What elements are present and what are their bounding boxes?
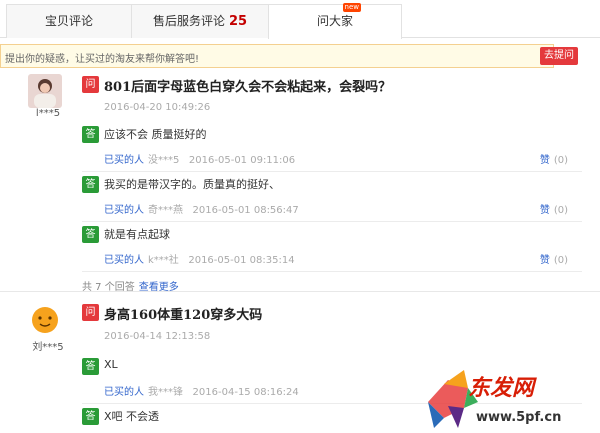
tab-after-sale-reviews[interactable]: 售后服务评论 25: [131, 4, 269, 38]
answer-row: 答 我买的是带汉字的。质量真的挺好、 已买的人 奇***燕 2016-05-01 …: [82, 174, 582, 222]
tab-bar: 宝贝评论 售后服务评论 25 问大家 new: [0, 0, 600, 39]
watermark-url: www.5pf.cn: [476, 410, 562, 425]
buyer-label: 已买的人: [104, 205, 144, 216]
tab-product-reviews[interactable]: 宝贝评论: [6, 4, 132, 38]
question-tag: 问: [82, 304, 99, 321]
username: 刘***5: [32, 342, 64, 353]
avatar[interactable]: [28, 74, 62, 108]
answer-tag: 答: [82, 126, 99, 143]
question-text[interactable]: 身高160体重120穿多大码: [104, 304, 262, 323]
answer-meta: 已买的人 奇***燕 2016-05-01 08:56:47: [104, 201, 299, 216]
answer-total: 共 7 个回答 查看更多: [82, 282, 179, 293]
view-more-link[interactable]: 查看更多: [139, 282, 179, 293]
username: l***5: [35, 108, 61, 119]
answer-user: 奇***燕: [148, 205, 183, 216]
watermark-logo: 东发网: [468, 375, 535, 401]
answer-text: 我买的是带汉字的。质量真的挺好、: [104, 178, 280, 191]
ask-input-bar[interactable]: 提出你的疑惑，让买过的淘友来帮你解答吧!: [0, 44, 554, 68]
question-text[interactable]: 801后面字母蓝色白穿久会不会粘起来，会裂吗？: [104, 76, 391, 95]
buyer-label: 已买的人: [104, 387, 144, 398]
question-time: 2016-04-14 12:13:58: [104, 331, 211, 342]
answer-row: 答 应该不会 质量挺好的 已买的人 没***5 2016-05-01 09:11:…: [82, 124, 582, 172]
answer-tag: 答: [82, 226, 99, 243]
like-button[interactable]: 赞 (0): [540, 151, 568, 166]
answer-text: 应该不会 质量挺好的: [104, 128, 207, 141]
tab-label: 问大家: [316, 14, 353, 28]
tab-ask-everyone[interactable]: 问大家 new: [268, 3, 402, 39]
answer-tag: 答: [82, 358, 99, 375]
answer-time: 2016-05-01 09:11:06: [188, 155, 296, 166]
like-button[interactable]: 赞 (0): [540, 251, 568, 266]
like-button[interactable]: 赞 (0): [540, 201, 568, 216]
question-tag: 问: [82, 76, 99, 93]
answer-user: 我***锋: [148, 387, 183, 398]
answer-meta: 已买的人 我***锋 2016-04-15 08:16:24: [104, 383, 299, 398]
answer-tag: 答: [82, 176, 99, 193]
question-time: 2016-04-20 10:49:26: [104, 102, 211, 113]
answer-text: X吧 不会透: [104, 410, 160, 423]
answer-user: k***社: [148, 255, 179, 266]
buyer-label: 已买的人: [104, 155, 144, 166]
answer-user: 没***5: [148, 155, 180, 166]
avatar[interactable]: [28, 302, 62, 336]
answer-text: 就是有点起球: [104, 228, 170, 241]
answer-time: 2016-05-01 08:56:47: [192, 205, 299, 216]
tab-label: 宝贝评论: [44, 14, 93, 28]
answer-time: 2016-05-01 08:35:14: [188, 255, 295, 266]
tab-count: 25: [228, 14, 248, 29]
new-badge: new: [342, 3, 361, 12]
ask-placeholder: 提出你的疑惑，让买过的淘友来帮你解答吧!: [5, 54, 200, 65]
tab-label: 售后服务评论: [152, 14, 225, 28]
answer-row: 答 就是有点起球 已买的人 k***社 2016-05-01 08:35:14 赞…: [82, 224, 582, 272]
question-item: l***5 问 801后面字母蓝色白穿久会不会粘起来，会裂吗？ 2016-04-…: [0, 70, 600, 293]
answer-tag: 答: [82, 408, 99, 425]
answer-time: 2016-04-15 08:16:24: [192, 387, 299, 398]
answer-meta: 已买的人 没***5 2016-05-01 09:11:06: [104, 151, 295, 166]
buyer-label: 已买的人: [104, 255, 144, 266]
answer-meta: 已买的人 k***社 2016-05-01 08:35:14: [104, 251, 295, 266]
ask-question-button[interactable]: 去提问: [540, 47, 578, 65]
answer-text: XL: [104, 358, 118, 371]
